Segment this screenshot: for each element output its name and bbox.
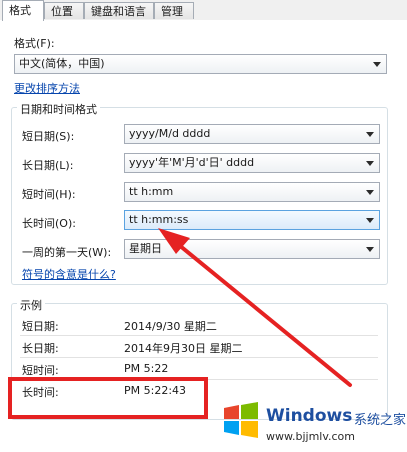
format-label: 格式(F):: [14, 37, 55, 50]
long-date-label: 长日期(L):: [22, 159, 74, 172]
short-date-select[interactable]: yyyy/M/d dddd: [124, 124, 380, 144]
symbol-meaning-link[interactable]: 符号的含意是什么?: [22, 266, 116, 282]
short-time-label: 短时间(H):: [22, 188, 76, 201]
long-time-select[interactable]: tt h:mm:ss: [124, 210, 380, 230]
change-sort-link[interactable]: 更改排序方法: [14, 80, 80, 96]
chevron-down-icon: [366, 247, 374, 252]
long-date-select[interactable]: yyyy'年'M'月'd'日' dddd: [124, 153, 380, 173]
example-short-time-value: PM 5:22: [124, 362, 169, 375]
datetime-group-title: 日期和时间格式: [17, 101, 100, 117]
short-time-value: tt h:mm: [129, 185, 174, 198]
long-time-label: 长时间(O):: [22, 217, 76, 230]
tab-location[interactable]: 位置: [44, 2, 84, 19]
first-day-of-week-label: 一周的第一天(W):: [22, 246, 112, 259]
watermark: Windows 系统之家 www.bjjmlv.com: [222, 398, 407, 452]
chevron-down-icon: [366, 190, 374, 195]
first-day-of-week-select[interactable]: 星期日: [124, 239, 380, 259]
tab-strip: 格式 位置 键盘和语言 管理: [0, 0, 407, 21]
chevron-down-icon: [366, 132, 374, 137]
watermark-cn: 系统之家: [354, 413, 407, 428]
short-time-select[interactable]: tt h:mm: [124, 182, 380, 202]
chevron-down-icon: [373, 62, 381, 67]
example-group-title: 示例: [17, 297, 45, 313]
long-date-value: yyyy'年'M'月'd'日' dddd: [129, 156, 255, 169]
example-short-time-label: 短时间:: [22, 364, 59, 377]
format-select[interactable]: 中文(简体，中国): [14, 54, 387, 74]
tab-keyboard-language[interactable]: 键盘和语言: [84, 2, 154, 19]
format-select-value: 中文(简体，中国): [19, 57, 105, 70]
row-divider: [20, 357, 378, 358]
watermark-url: www.bjjmlv.com: [266, 430, 355, 443]
example-long-date-label: 长日期:: [22, 342, 59, 355]
row-divider: [20, 335, 378, 336]
example-long-date-value: 2014年9月30日 星期二: [124, 342, 243, 355]
example-short-date-label: 短日期:: [22, 320, 59, 333]
short-date-label: 短日期(S):: [22, 130, 75, 143]
short-date-value: yyyy/M/d dddd: [129, 127, 211, 140]
tab-format[interactable]: 格式: [2, 0, 44, 21]
windows-logo-icon: [224, 402, 258, 438]
chevron-down-icon: [366, 161, 374, 166]
first-day-of-week-value: 星期日: [129, 242, 162, 255]
tab-administrative[interactable]: 管理: [154, 2, 194, 19]
watermark-brand: Windows: [266, 406, 353, 426]
example-short-date-value: 2014/9/30 星期二: [124, 320, 217, 333]
chevron-down-icon: [366, 218, 374, 223]
annotation-highlight-box: [8, 377, 208, 419]
long-time-value: tt h:mm:ss: [129, 213, 189, 226]
